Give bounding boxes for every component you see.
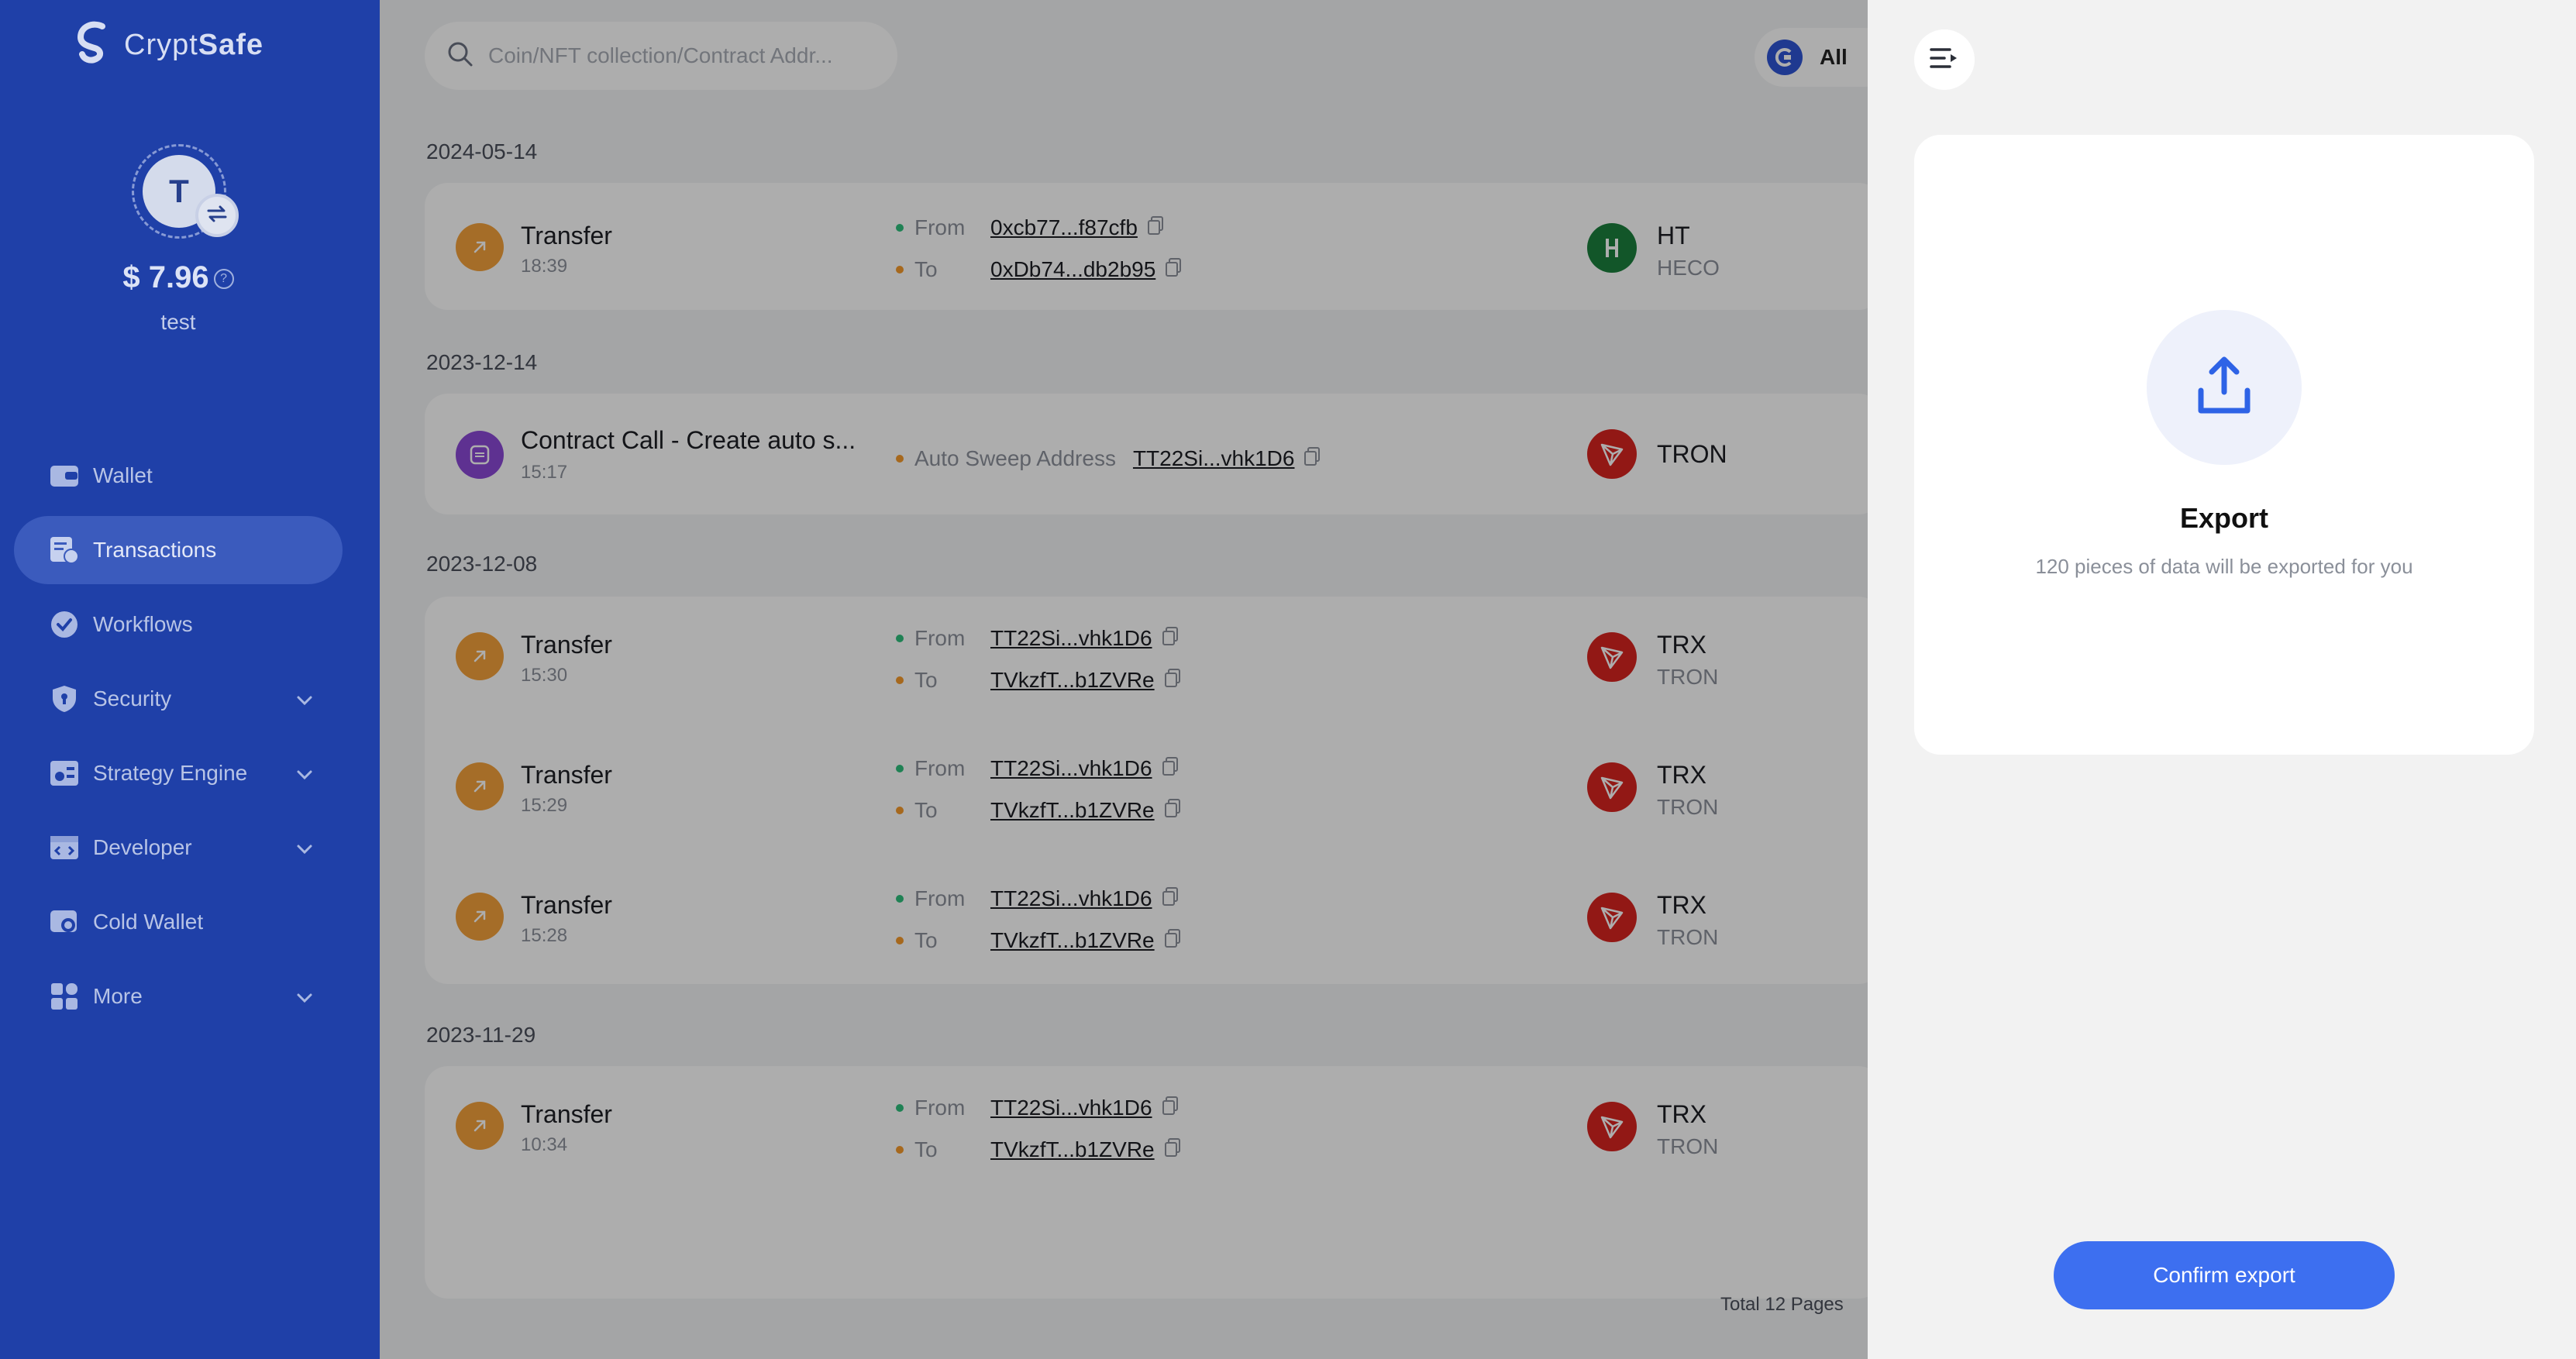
sidebar-item-cold-wallet[interactable]: Cold Wallet [14,888,343,956]
sidebar-item-label: Cold Wallet [93,910,204,934]
sidebar-item-workflows[interactable]: Workflows [14,590,343,659]
sidebar-item-label: Strategy Engine [93,761,248,785]
export-icon-circle [2147,310,2302,465]
sidebar-item-label: Developer [93,835,192,859]
developer-icon [50,833,79,862]
swap-icon [207,205,227,226]
help-icon[interactable]: ? [213,269,234,290]
export-drawer: Export 120 pieces of data will be export… [1868,0,2576,1359]
cold-wallet-icon [50,907,79,937]
transactions-icon [50,535,79,565]
chevron-down-icon[interactable] [296,686,313,711]
account-name: test [160,310,196,334]
chevron-down-icon[interactable] [296,761,313,786]
sidebar-item-label: More [93,984,143,1008]
sidebar: CryptSafe T $ 7.96? test Wallet Transact… [0,0,380,1359]
balance-value: $ 7.96 [122,260,209,294]
export-title: Export [2179,502,2268,534]
sidebar-nav: Wallet Transactions Workflows Security S… [14,442,343,1037]
sidebar-item-more[interactable]: More [14,962,343,1030]
chevron-down-icon[interactable] [296,835,313,860]
collapse-menu-icon [1929,46,1960,74]
upload-icon [2196,355,2252,421]
sidebar-item-label: Security [93,686,172,710]
sidebar-item-transactions[interactable]: Transactions [14,516,343,584]
shield-icon [50,684,79,714]
chevron-down-icon[interactable] [296,984,313,1009]
more-grid-icon [50,982,79,1011]
modal-backdrop[interactable] [380,0,1868,1359]
logo-icon [74,20,113,71]
wallet-icon [50,461,79,490]
app-logo[interactable]: CryptSafe [74,20,263,71]
switch-account-button[interactable] [195,194,239,237]
logo-text-bold: Safe [198,29,264,61]
confirm-export-button[interactable]: Confirm export [2054,1241,2395,1309]
sidebar-item-developer[interactable]: Developer [14,814,343,882]
account-balance: $ 7.96? [0,260,356,295]
strategy-icon [50,759,79,788]
sidebar-item-label: Wallet [93,463,153,487]
sidebar-item-wallet[interactable]: Wallet [14,442,343,510]
export-description: 120 pieces of data will be exported for … [2035,555,2413,578]
export-card: Export 120 pieces of data will be export… [1914,135,2534,755]
sidebar-item-label: Workflows [93,612,193,636]
sidebar-item-strategy-engine[interactable]: Strategy Engine [14,739,343,807]
sidebar-item-security[interactable]: Security [14,665,343,733]
logo-text-regular: Crypt [124,29,198,61]
workflows-icon [50,610,79,639]
sidebar-item-label: Transactions [93,538,217,562]
transactions-page: Coin/NFT collection/Contract Addr... All… [380,0,1868,1359]
collapse-drawer-button[interactable] [1914,29,1975,90]
